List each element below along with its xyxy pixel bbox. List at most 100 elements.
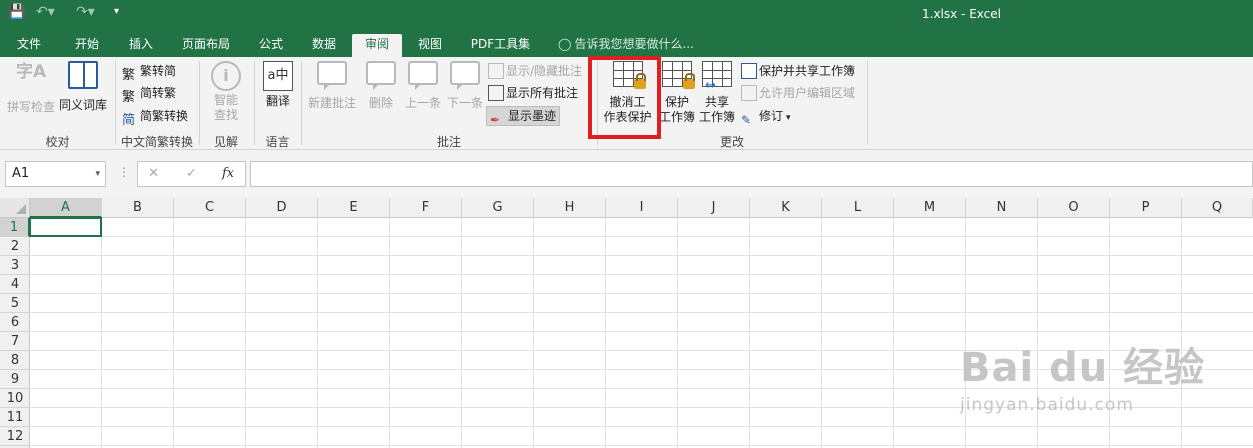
- traditional-icon: 繁: [122, 68, 136, 83]
- formula-controls: ✕ ✓ fx: [137, 161, 246, 187]
- smart-lookup-button[interactable]: i 智能 查找: [203, 61, 249, 123]
- column-header-m[interactable]: M: [894, 198, 966, 218]
- simplified-to-traditional-button[interactable]: 繁简转繁: [122, 83, 176, 105]
- show-ink-button[interactable]: ✒ 显示墨迹: [486, 106, 561, 127]
- show-hide-comment-button[interactable]: 显示/隐藏批注: [488, 61, 582, 81]
- show-all-comments-button[interactable]: 显示所有批注: [488, 83, 578, 103]
- column-header-l[interactable]: L: [822, 198, 894, 218]
- next-comment-icon: [450, 61, 480, 90]
- column-header-n[interactable]: N: [966, 198, 1038, 218]
- protect-workbook-icon: [662, 61, 695, 89]
- undo-icon[interactable]: ↶▾: [36, 4, 55, 20]
- tab-pdf-tools[interactable]: PDF工具集: [463, 34, 538, 57]
- tab-file[interactable]: 文件: [10, 34, 48, 57]
- column-header-k[interactable]: K: [750, 198, 822, 218]
- tab-page-layout[interactable]: 页面布局: [175, 34, 237, 57]
- row-header-4[interactable]: 4: [0, 275, 30, 294]
- spell-check-button[interactable]: 字A 拼写检查: [5, 61, 57, 115]
- track-changes-button[interactable]: ✎ 修订 ▾: [741, 106, 791, 127]
- delete-comment-icon: [366, 61, 396, 90]
- row-header-1[interactable]: 1: [0, 218, 30, 237]
- drag-handle-icon[interactable]: ⋮: [118, 165, 130, 179]
- tab-view[interactable]: 视图: [411, 34, 449, 57]
- tab-formulas[interactable]: 公式: [252, 34, 290, 57]
- new-comment-button[interactable]: 新建批注: [306, 61, 358, 111]
- protect-workbook-button[interactable]: 保护 工作簿: [658, 61, 696, 125]
- watermark-url: jingyan.baidu.com: [960, 395, 1134, 415]
- protect-share-workbook-button[interactable]: 保护并共享工作簿: [741, 61, 855, 81]
- enter-icon[interactable]: ✓: [186, 166, 197, 181]
- allow-edit-icon: [741, 85, 757, 101]
- row-header-12[interactable]: 12: [0, 427, 30, 446]
- traditional-to-simplified-button[interactable]: 繁繁转简: [122, 61, 176, 83]
- tab-insert[interactable]: 插入: [122, 34, 160, 57]
- row-header-7[interactable]: 7: [0, 332, 30, 351]
- column-header-d[interactable]: D: [246, 198, 318, 218]
- group-label-chinese: 中文简繁转换: [120, 135, 193, 149]
- save-icon[interactable]: 💾: [8, 4, 25, 20]
- show-all-comments-icon: [488, 85, 504, 101]
- thesaurus-button[interactable]: 同义词库: [58, 61, 108, 113]
- column-headers: ABCDEFGHIJKLMNOPQ: [30, 198, 1253, 218]
- title-bar: 💾 ↶▾ ↷▾ ▾ 1.xlsx - Excel: [0, 0, 1253, 30]
- customize-icon[interactable]: ▾: [114, 6, 119, 17]
- row-header-8[interactable]: 8: [0, 351, 30, 370]
- group-label-language: 语言: [265, 135, 290, 149]
- row-header-11[interactable]: 11: [0, 408, 30, 427]
- watermark-brand: Bai du 经验: [960, 345, 1206, 391]
- tell-me-box[interactable]: ◯ 告诉我您想要做什么...: [558, 34, 708, 57]
- next-comment-button[interactable]: 下一条: [444, 61, 486, 111]
- share-workbook-button[interactable]: ↔ 共享 工作簿: [697, 61, 737, 125]
- smart-lookup-icon: i: [211, 61, 241, 91]
- formula-input[interactable]: [250, 161, 1253, 187]
- column-header-p[interactable]: P: [1110, 198, 1182, 218]
- translate-button[interactable]: a中 翻译: [258, 61, 298, 109]
- allow-edit-ranges-button[interactable]: 允许用户编辑区域: [741, 83, 855, 103]
- row-header-10[interactable]: 10: [0, 389, 30, 408]
- column-header-e[interactable]: E: [318, 198, 390, 218]
- column-header-q[interactable]: Q: [1182, 198, 1253, 218]
- row-header-2[interactable]: 2: [0, 237, 30, 256]
- book-icon: [68, 61, 98, 89]
- share-arrows-icon: ↔: [705, 78, 716, 93]
- column-header-i[interactable]: I: [606, 198, 678, 218]
- name-box[interactable]: A1 ▾: [5, 161, 106, 187]
- show-hide-comment-icon: [488, 63, 504, 79]
- lightbulb-icon: ◯: [558, 37, 572, 51]
- protect-share-icon: [741, 63, 757, 79]
- tab-review[interactable]: 审阅: [352, 34, 402, 57]
- chinese-conversion-button[interactable]: 简简繁转换: [122, 106, 188, 128]
- formula-bar: A1 ▾ ⋮ ✕ ✓ fx: [0, 150, 1253, 198]
- column-header-b[interactable]: B: [102, 198, 174, 218]
- column-header-g[interactable]: G: [462, 198, 534, 218]
- tab-data[interactable]: 数据: [305, 34, 343, 57]
- spell-check-icon: 字A: [16, 62, 47, 82]
- group-label-insights: 见解: [213, 135, 238, 149]
- cancel-icon[interactable]: ✕: [148, 166, 159, 181]
- row-header-9[interactable]: 9: [0, 370, 30, 389]
- tab-home[interactable]: 开始: [68, 34, 106, 57]
- insert-function-icon[interactable]: fx: [222, 166, 234, 181]
- ink-pen-icon: ✒: [490, 113, 501, 127]
- redo-icon[interactable]: ↷▾: [76, 4, 95, 20]
- selected-cell[interactable]: [29, 217, 102, 237]
- row-header-3[interactable]: 3: [0, 256, 30, 275]
- row-headers: 1 2 3 4 5 6 7 8 9 10 11 12: [0, 218, 30, 448]
- column-header-j[interactable]: J: [678, 198, 750, 218]
- column-header-h[interactable]: H: [534, 198, 606, 218]
- lock-icon: [683, 73, 695, 89]
- row-header-6[interactable]: 6: [0, 313, 30, 332]
- translate-icon: a中: [263, 61, 293, 91]
- row-header-5[interactable]: 5: [0, 294, 30, 313]
- select-all-button[interactable]: [0, 198, 30, 218]
- chevron-down-icon: ▾: [786, 113, 791, 123]
- previous-comment-button[interactable]: 上一条: [402, 61, 444, 111]
- column-header-c[interactable]: C: [174, 198, 246, 218]
- delete-comment-button[interactable]: 删除: [362, 61, 400, 111]
- highlight-box: [588, 56, 661, 139]
- column-header-o[interactable]: O: [1038, 198, 1110, 218]
- column-header-a[interactable]: A: [30, 198, 102, 218]
- chevron-down-icon[interactable]: ▾: [95, 162, 100, 186]
- new-comment-icon: [317, 61, 347, 90]
- column-header-f[interactable]: F: [390, 198, 462, 218]
